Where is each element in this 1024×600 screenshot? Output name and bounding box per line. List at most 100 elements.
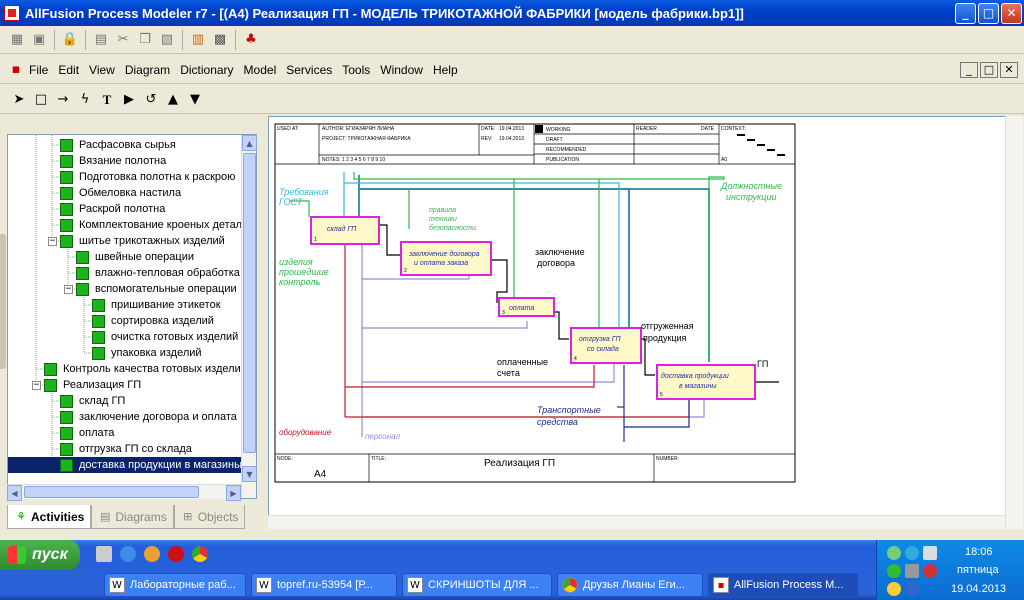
mdi-minimize-button[interactable]: _ — [960, 61, 978, 78]
activity-box[interactable]: доставка продукции в магазины 5 — [656, 364, 756, 400]
network-icon[interactable] — [887, 546, 901, 560]
canvas-horizontal-scrollbar[interactable] — [268, 515, 1005, 529]
scroll-right-icon[interactable]: ▶ — [226, 485, 241, 501]
tree-item[interactable]: очистка готовых изделий — [92, 329, 238, 345]
menu-edit[interactable]: Edit — [53, 63, 84, 77]
child-icon[interactable]: ▼ — [185, 90, 205, 110]
diagram-canvas[interactable]: USED AT: AUTHOR: ЕГИАЗАРЯН ЛИАНА PROJECT… — [268, 116, 1023, 529]
taskbar-item-active[interactable]: ▪ AllFusion Process M... — [708, 573, 858, 597]
tab-activities[interactable]: ⚘ Activities — [7, 505, 92, 529]
minimize-button[interactable]: _ — [955, 2, 976, 24]
menu-help[interactable]: Help — [428, 63, 463, 77]
scroll-down-icon[interactable]: ▼ — [242, 466, 257, 482]
security-icon[interactable] — [887, 582, 901, 596]
tree-item[interactable]: Расфасовка сырья — [60, 137, 176, 153]
start-button[interactable]: пуск — [0, 540, 80, 570]
tree-item[interactable]: сортировка изделий — [92, 313, 214, 329]
tree-item[interactable]: Реализация ГП — [44, 377, 141, 393]
model-explorer-icon[interactable]: ▥ — [188, 30, 208, 50]
menu-file[interactable]: File — [24, 63, 53, 77]
tree-expander[interactable]: − — [32, 381, 41, 390]
tab-objects[interactable]: ⊞ Objects — [173, 505, 246, 529]
maximize-button[interactable]: □ — [978, 2, 999, 24]
undo-icon[interactable]: ↺ — [141, 90, 161, 110]
tree-item[interactable]: склад ГП — [60, 393, 125, 409]
tree-item-selected[interactable]: доставка продукции в магазины — [8, 457, 248, 473]
tree-item[interactable]: Раскрой полотна — [60, 201, 165, 217]
tree-item[interactable]: швейные операции — [76, 249, 194, 265]
chrome-icon[interactable] — [192, 546, 208, 562]
cut-icon[interactable]: ✂ — [113, 30, 133, 50]
tree-item[interactable]: Контроль качества готовых изделий — [44, 361, 247, 377]
copy-icon[interactable]: ❐ — [135, 30, 155, 50]
tree-item[interactable]: вспомогательные операции — [76, 281, 237, 297]
antivirus-icon[interactable] — [887, 564, 901, 578]
activity-box[interactable]: заключение договора и оплата заказа 2 — [400, 241, 492, 276]
goto-icon[interactable]: ▶ — [119, 90, 139, 110]
menu-view[interactable]: View — [84, 63, 120, 77]
scroll-thumb[interactable] — [24, 486, 199, 498]
tree-expander[interactable]: − — [48, 237, 57, 246]
tree-item[interactable]: пришивание этикеток — [92, 297, 221, 313]
activity-box[interactable]: отгрузка ГП со склада 4 — [570, 327, 642, 364]
tab-diagrams[interactable]: ▤ Diagrams — [91, 505, 174, 529]
menu-model[interactable]: Model — [239, 63, 282, 77]
skype-icon[interactable] — [905, 546, 919, 560]
paste-icon[interactable]: ▧ — [157, 30, 177, 50]
print-icon[interactable]: ▤ — [91, 30, 111, 50]
mdi-close-button[interactable]: ✕ — [1000, 61, 1018, 78]
activity-box[interactable]: склад ГП 1 — [310, 216, 380, 245]
taskbar-item[interactable]: Друзья Лианы Еги... — [557, 573, 703, 597]
tree-item[interactable]: шитье трикотажных изделий — [60, 233, 225, 249]
mail-icon[interactable] — [144, 546, 160, 562]
menu-services[interactable]: Services — [281, 63, 337, 77]
tree-item[interactable]: отгрузка ГП со склада — [60, 441, 192, 457]
menu-tools[interactable]: Tools — [337, 63, 375, 77]
report-icon[interactable]: ▩ — [210, 30, 230, 50]
desktop-icon[interactable] — [96, 546, 112, 562]
canvas-vertical-scrollbar[interactable] — [1005, 116, 1023, 529]
tree-horizontal-scrollbar[interactable]: ◀ ▶ — [7, 484, 241, 501]
opera-icon[interactable] — [168, 546, 184, 562]
context-label: CONTEXT: — [721, 126, 746, 132]
pointer-tool-icon[interactable]: ➤ — [9, 90, 29, 110]
squiggle-tool-icon[interactable]: ϟ — [75, 90, 95, 110]
title-bar[interactable]: AllFusion Process Modeler r7 - [(A4) Реа… — [0, 0, 1024, 26]
close-button[interactable]: ✕ — [1001, 2, 1022, 24]
update-icon[interactable] — [905, 582, 919, 596]
open-model-icon[interactable]: ▣ — [29, 30, 49, 50]
splitter-handle[interactable] — [0, 234, 6, 369]
new-model-icon[interactable]: ▦ — [7, 30, 27, 50]
text-tool-icon[interactable]: T — [97, 90, 117, 110]
mdi-restore-button[interactable]: □ — [980, 61, 998, 78]
menu-diagram[interactable]: Diagram — [120, 63, 175, 77]
lock-icon[interactable]: 🔒 — [60, 30, 80, 50]
parent-icon[interactable]: ▲ — [163, 90, 183, 110]
tree-item[interactable]: Обмеловка настила — [60, 185, 181, 201]
menu-window[interactable]: Window — [375, 63, 428, 77]
box-tool-icon[interactable]: □ — [31, 90, 51, 110]
tree-item[interactable]: заключение договора и оплата — [60, 409, 237, 425]
scroll-up-icon[interactable]: ▲ — [242, 135, 257, 151]
activity-box[interactable]: оплата 3 — [498, 297, 555, 317]
taskbar-item[interactable]: W СКРИНШОТЫ ДЛЯ ... — [402, 573, 552, 597]
tree-item[interactable]: Комплектование кроеных деталей — [60, 217, 254, 233]
tree-vertical-scrollbar[interactable]: ▲ ▼ — [241, 135, 257, 498]
menu-dictionary[interactable]: Dictionary — [175, 63, 238, 77]
tree-expander[interactable]: − — [64, 285, 73, 294]
tree-item[interactable]: влажно-тепловая обработка — [76, 265, 240, 281]
tree-item[interactable]: Подготовка полотна к раскрою — [60, 169, 235, 185]
monitor-icon[interactable] — [905, 564, 919, 578]
scroll-left-icon[interactable]: ◀ — [7, 485, 22, 501]
tree-item[interactable]: Вязание полотна — [60, 153, 166, 169]
volume-icon[interactable] — [923, 564, 937, 578]
ie-icon[interactable] — [120, 546, 136, 562]
scroll-thumb[interactable] — [243, 153, 256, 453]
window-icon[interactable] — [923, 546, 937, 560]
taskbar-item[interactable]: W Лабораторные раб... — [104, 573, 246, 597]
tree-item[interactable]: оплата — [60, 425, 114, 441]
tree-item[interactable]: упаковка изделий — [92, 345, 202, 361]
arrow-tool-icon[interactable]: → — [53, 90, 73, 110]
taskbar-item[interactable]: Wtopref.ru-53954 [Р... — [251, 573, 397, 597]
team-icon[interactable]: ♣ — [241, 30, 261, 50]
